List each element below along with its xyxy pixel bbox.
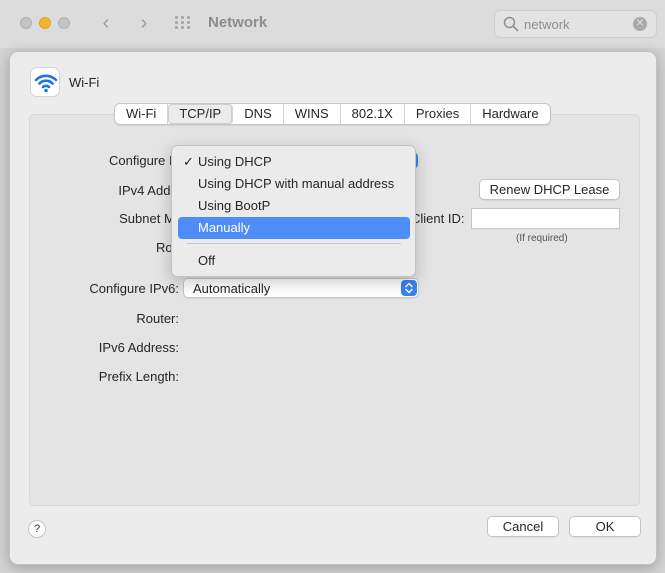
tab-dns[interactable]: DNS xyxy=(233,104,284,124)
search-field[interactable]: network ✕ xyxy=(494,10,657,38)
router-ipv6-label: Router: xyxy=(136,311,179,326)
window-title: Network xyxy=(208,14,268,31)
search-input[interactable]: network xyxy=(524,17,570,32)
checkmark-icon: ✓ xyxy=(183,154,194,169)
configure-ipv6-popup[interactable]: Automatically xyxy=(183,278,419,298)
wifi-icon xyxy=(30,67,60,97)
prefix-length-label: Prefix Length: xyxy=(98,369,179,384)
service-name: Wi-Fi xyxy=(69,75,100,90)
dhcp-client-id-field[interactable] xyxy=(471,208,620,229)
chevron-up-down-icon xyxy=(401,280,417,296)
menu-item-label: Using DHCP xyxy=(198,154,272,169)
tab-bar: Wi-Fi TCP/IP DNS WINS 802.1X Proxies Har… xyxy=(114,103,551,125)
renew-dhcp-lease-button[interactable]: Renew DHCP Lease xyxy=(479,179,620,200)
menu-item-label: Using BootP xyxy=(198,198,271,213)
cancel-button[interactable]: Cancel xyxy=(487,516,559,537)
menu-item-label: Manually xyxy=(198,220,251,235)
menu-item-off[interactable]: Off xyxy=(178,250,410,272)
help-button[interactable]: ? xyxy=(28,520,46,538)
menu-item-label: Off xyxy=(198,253,216,268)
menu-separator xyxy=(187,243,401,244)
search-icon xyxy=(503,16,519,32)
tab-hardware[interactable]: Hardware xyxy=(471,104,549,124)
minimize-window-button[interactable] xyxy=(39,17,51,29)
ipv6-address-label: IPv6 Address: xyxy=(98,340,179,355)
close-window-button[interactable] xyxy=(20,17,32,29)
tab-8021x[interactable]: 802.1X xyxy=(341,104,405,124)
tab-proxies[interactable]: Proxies xyxy=(405,104,472,124)
back-icon[interactable]: ‹ xyxy=(95,12,117,34)
menu-item-dhcp-manual-address[interactable]: Using DHCP with manual address xyxy=(178,173,410,195)
configure-ipv6-label: Configure IPv6: xyxy=(89,281,179,296)
clear-search-icon[interactable]: ✕ xyxy=(633,17,647,31)
tab-wifi[interactable]: Wi-Fi xyxy=(115,104,169,124)
forward-icon[interactable]: › xyxy=(133,12,155,34)
menu-item-using-bootp[interactable]: Using BootP xyxy=(178,195,410,217)
configure-ipv6-value: Automatically xyxy=(193,281,271,296)
menu-item-using-dhcp[interactable]: ✓ Using DHCP xyxy=(178,151,410,173)
show-all-grid-icon[interactable] xyxy=(175,16,193,30)
advanced-settings-sheet: Wi-Fi Configure IPv4 IPv4 Address Subnet… xyxy=(9,51,657,565)
tab-wins[interactable]: WINS xyxy=(284,104,341,124)
zoom-window-button[interactable] xyxy=(58,17,70,29)
dhcp-client-id-label: Client ID: xyxy=(411,211,465,226)
tab-tcpip[interactable]: TCP/IP xyxy=(168,104,234,124)
if-required-hint: (If required) xyxy=(516,233,568,244)
menu-item-label: Using DHCP with manual address xyxy=(198,176,395,191)
ok-button[interactable]: OK xyxy=(569,516,641,537)
title-bar: ‹ › Network network ✕ xyxy=(0,0,665,48)
configure-ipv4-menu: ✓ Using DHCP Using DHCP with manual addr… xyxy=(171,145,416,277)
menu-item-manually[interactable]: Manually xyxy=(178,217,410,239)
